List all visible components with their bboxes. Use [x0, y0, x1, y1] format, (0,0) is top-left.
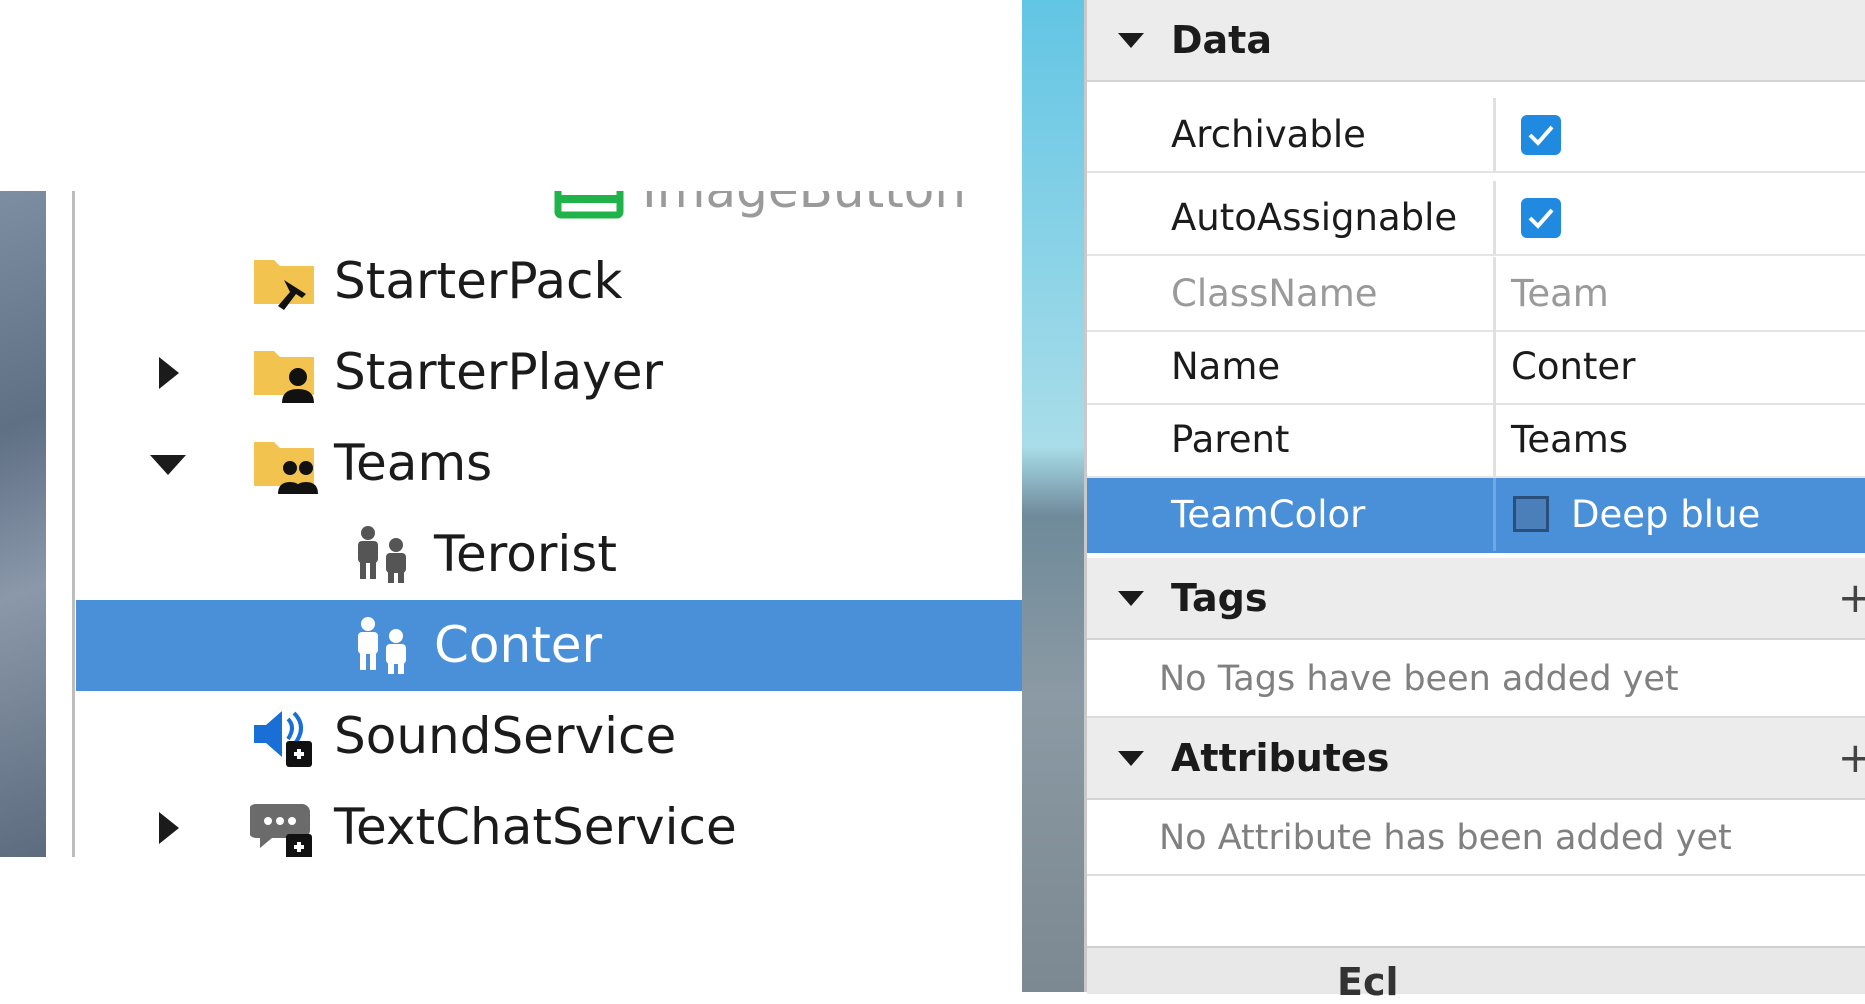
tree-item-label: StarterPlayer — [334, 343, 664, 401]
tree-item-teams[interactable]: Teams — [76, 418, 1022, 509]
property-autoassignable[interactable]: AutoAssignable — [1087, 181, 1865, 256]
tree-item-label: Teams — [334, 434, 493, 492]
tree-item-starterplayer[interactable]: StarterPlayer — [76, 327, 1022, 418]
team-icon — [350, 614, 420, 676]
column-divider — [1493, 403, 1496, 476]
bottom-panel-header: Ecl — [1087, 946, 1865, 1004]
tree-item-label: Conter — [434, 616, 603, 674]
image-button-icon — [554, 191, 624, 223]
property-name: ClassName — [1171, 272, 1378, 315]
section-attributes[interactable]: Attributes + — [1087, 718, 1865, 800]
starter-player-folder-icon — [250, 341, 320, 403]
starter-pack-folder-icon — [250, 250, 320, 312]
teamcolor-value-field[interactable]: Deep blue — [1511, 478, 1760, 551]
section-title: Attributes — [1171, 736, 1390, 780]
column-divider — [1493, 478, 1496, 551]
collapse-arrow-icon[interactable] — [1111, 718, 1151, 798]
property-archivable[interactable]: Archivable — [1087, 98, 1865, 173]
autoassignable-checkbox[interactable] — [1521, 198, 1561, 238]
property-name: Name — [1171, 345, 1281, 388]
divider — [1087, 874, 1865, 876]
tree-item-starterpack[interactable]: StarterPack — [76, 236, 1022, 327]
color-swatch[interactable] — [1513, 495, 1549, 532]
explorer-panel: ImageButton StarterPack StarterPlayer — [0, 0, 1022, 992]
collapse-arrow-icon[interactable] — [148, 418, 188, 509]
expand-arrow-icon[interactable] — [148, 327, 188, 418]
section-title: Tags — [1171, 576, 1268, 620]
properties-panel: Data Archivable AutoAssignable ClassName… — [1084, 0, 1865, 1004]
tree-item-label: ImageButton — [642, 191, 966, 236]
teams-folder-icon — [250, 432, 320, 494]
add-attribute-button[interactable]: + — [1838, 718, 1865, 798]
property-name-row[interactable]: Name Conter — [1087, 330, 1865, 405]
section-title: Data — [1171, 18, 1272, 62]
column-divider — [1493, 257, 1496, 330]
text-chat-service-icon — [248, 796, 320, 857]
section-tags[interactable]: Tags + — [1087, 558, 1865, 640]
add-tag-button[interactable]: + — [1838, 558, 1865, 638]
property-name: Archivable — [1171, 113, 1366, 156]
property-parent[interactable]: Parent Teams — [1087, 403, 1865, 478]
tree-item-label: TextChatService — [334, 798, 737, 856]
expand-arrow-icon[interactable] — [148, 782, 188, 857]
collapse-arrow-icon[interactable] — [1111, 558, 1151, 638]
tree-item-terorist[interactable]: Terorist — [76, 509, 1022, 600]
team-icon — [350, 523, 420, 585]
collapse-arrow-icon[interactable] — [1111, 0, 1151, 80]
tree-item-conter[interactable]: Conter — [76, 600, 1022, 691]
tree-indent-line — [72, 191, 75, 857]
tree-item-label: Terorist — [434, 525, 617, 583]
name-value-field[interactable]: Conter — [1511, 330, 1635, 403]
property-value: Team — [1511, 272, 1609, 315]
parent-value-field[interactable]: Teams — [1511, 403, 1628, 476]
tree-item-label: StarterPack — [334, 252, 623, 310]
property-name: AutoAssignable — [1171, 196, 1458, 239]
column-divider — [1493, 98, 1496, 171]
tags-empty-message: No Tags have been added yet — [1159, 659, 1679, 699]
tree-item-label: SoundService — [334, 707, 677, 765]
column-divider — [1493, 330, 1496, 403]
bottom-panel-title: Ecl — [1337, 960, 1399, 1004]
property-teamcolor[interactable]: TeamColor Deep blue — [1087, 478, 1865, 553]
property-name: TeamColor — [1171, 493, 1366, 536]
archivable-checkbox[interactable] — [1521, 115, 1561, 155]
tree-item-textchatservice[interactable]: TextChatService — [76, 782, 1022, 857]
explorer-tree[interactable]: ImageButton StarterPack StarterPlayer — [46, 191, 1022, 857]
property-classname: ClassName Team — [1087, 257, 1865, 332]
property-name: Parent — [1171, 418, 1290, 461]
attributes-empty-message: No Attribute has been added yet — [1159, 818, 1732, 858]
column-divider — [1493, 181, 1496, 254]
tree-item-imagebutton[interactable]: ImageButton — [76, 191, 1022, 236]
sound-service-icon — [250, 705, 320, 767]
teamcolor-value: Deep blue — [1571, 493, 1761, 536]
section-data[interactable]: Data — [1087, 0, 1865, 82]
viewport-edge — [0, 191, 46, 857]
tree-item-soundservice[interactable]: SoundService — [76, 691, 1022, 782]
viewport-sliver — [1022, 0, 1084, 992]
